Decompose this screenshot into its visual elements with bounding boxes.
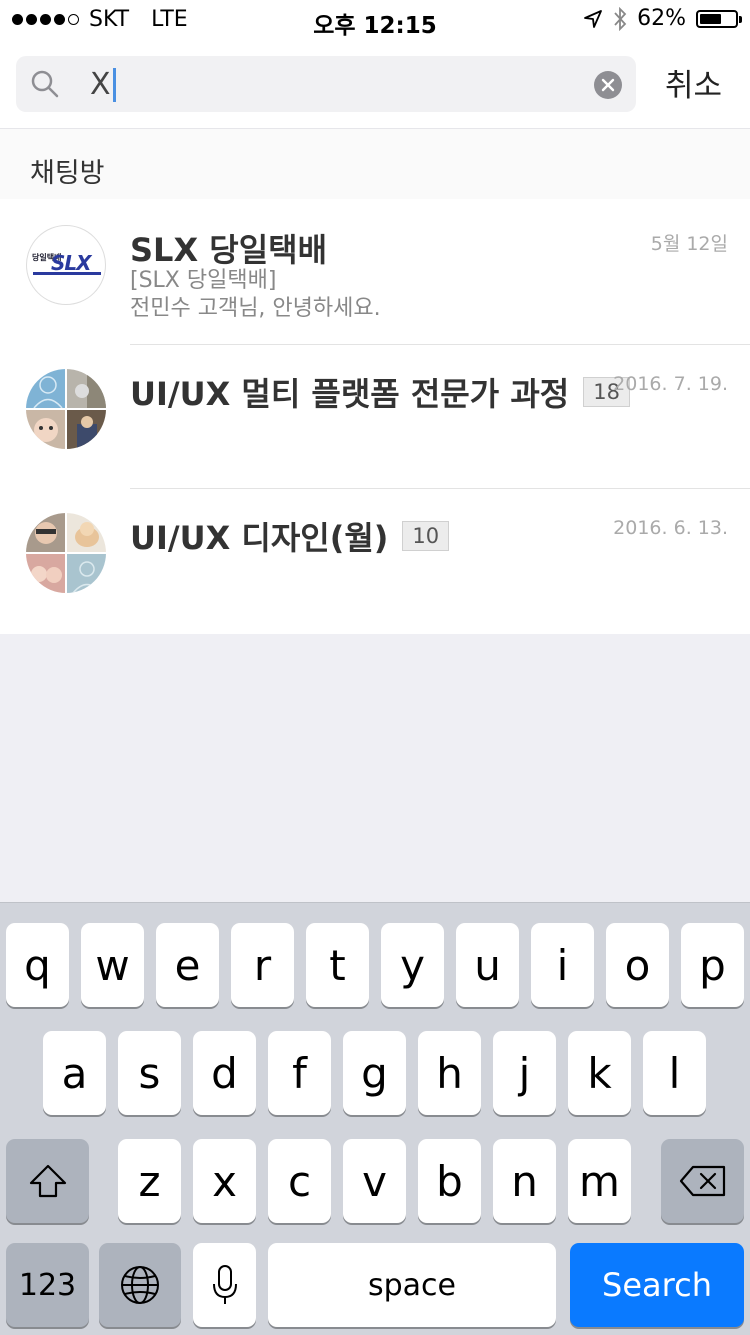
close-icon [601, 78, 615, 92]
key-t[interactable]: t [306, 923, 369, 1007]
search-key[interactable]: Search [570, 1243, 744, 1327]
status-right: 62% [583, 6, 742, 31]
group-avatar [26, 369, 106, 449]
key-q[interactable]: q [6, 923, 69, 1007]
chat-row-slx[interactable]: 당일택배 SLX SLX 당일택배 5월 12일 [SLX 당일택배] 전민수 … [0, 201, 750, 345]
section-header: 채팅방 [0, 129, 750, 199]
chat-row-uiux-multiplatform[interactable]: UI/UX 멀티 플랫폼 전문가 과정 18 2016. 7. 19. [0, 345, 750, 489]
search-query-text: X [90, 67, 111, 102]
keyboard: q w e r t y u i o p a s d f g h j k l z … [0, 902, 750, 1335]
status-bar: SKT LTE 오후 12:15 62% [0, 0, 750, 40]
battery-icon [696, 9, 742, 28]
key-f[interactable]: f [268, 1031, 331, 1115]
chat-title-text: UI/UX 멀티 플랫폼 전문가 과정 [130, 375, 570, 413]
battery-percent: 62% [637, 6, 686, 31]
group-avatar [26, 513, 106, 593]
key-g[interactable]: g [343, 1031, 406, 1115]
key-v[interactable]: v [343, 1139, 406, 1223]
key-x[interactable]: x [193, 1139, 256, 1223]
search-input[interactable]: X [16, 56, 636, 112]
key-l[interactable]: l [643, 1031, 706, 1115]
globe-icon [121, 1266, 159, 1304]
member-photo [26, 513, 65, 552]
key-p[interactable]: p [681, 923, 744, 1007]
search-query: X [90, 67, 116, 102]
location-arrow-icon [584, 9, 602, 28]
section-title: 채팅방 [30, 158, 105, 189]
microphone-icon [212, 1265, 237, 1304]
chat-date: 2016. 7. 19. [613, 373, 728, 395]
globe-key[interactable] [99, 1243, 181, 1327]
key-a[interactable]: a [43, 1031, 106, 1115]
key-i[interactable]: i [531, 923, 594, 1007]
member-photo [26, 554, 65, 593]
key-j[interactable]: j [493, 1031, 556, 1115]
microphone-key[interactable] [193, 1243, 256, 1327]
key-n[interactable]: n [493, 1139, 556, 1223]
key-w[interactable]: w [81, 923, 144, 1007]
chat-preview-line1: [SLX 당일택배] [130, 268, 277, 293]
search-results: 채팅방 당일택배 SLX SLX 당일택배 5월 12일 [SLX 당일택배] … [0, 129, 750, 634]
numbers-key[interactable]: 123 [6, 1243, 89, 1327]
chat-title: SLX 당일택배 [130, 225, 327, 271]
chat-title: UI/UX 멀티 플랫폼 전문가 과정 18 [130, 369, 630, 415]
chat-title: UI/UX 디자인(월) 10 [130, 513, 450, 559]
key-h[interactable]: h [418, 1031, 481, 1115]
chat-title-text: UI/UX 디자인(월) [130, 519, 389, 557]
key-d[interactable]: d [193, 1031, 256, 1115]
member-count-badge: 10 [402, 521, 450, 551]
text-caret [112, 67, 116, 102]
member-photo [67, 513, 106, 552]
member-photo [26, 410, 65, 449]
chat-title-text: SLX 당일택배 [130, 231, 328, 269]
key-m[interactable]: m [568, 1139, 631, 1223]
key-e[interactable]: e [156, 923, 219, 1007]
chat-date: 2016. 6. 13. [613, 517, 728, 539]
backspace-key[interactable] [661, 1139, 744, 1223]
shift-icon [29, 1164, 66, 1198]
backspace-icon [679, 1165, 725, 1197]
chat-row-uiux-design[interactable]: UI/UX 디자인(월) 10 2016. 6. 13. [0, 489, 750, 633]
cancel-button[interactable]: 취소 [665, 60, 722, 105]
key-r[interactable]: r [231, 923, 294, 1007]
key-o[interactable]: o [606, 923, 669, 1007]
member-photo [26, 369, 65, 408]
key-s[interactable]: s [118, 1031, 181, 1115]
key-c[interactable]: c [268, 1139, 331, 1223]
key-z[interactable]: z [118, 1139, 181, 1223]
member-photo [67, 410, 106, 449]
member-photo [67, 369, 106, 408]
bluetooth-icon [614, 6, 627, 31]
key-y[interactable]: y [381, 923, 444, 1007]
shift-key[interactable] [6, 1139, 89, 1223]
chat-date: 5월 12일 [650, 233, 728, 255]
key-k[interactable]: k [568, 1031, 631, 1115]
clear-search-button[interactable] [594, 71, 622, 99]
search-icon [31, 70, 59, 98]
key-b[interactable]: b [418, 1139, 481, 1223]
chat-preview-line2: 전민수 고객님, 안녕하세요. [130, 296, 381, 321]
search-bar: X 취소 [0, 40, 750, 129]
avatar: 당일택배 SLX [26, 225, 106, 305]
space-key[interactable]: space [268, 1243, 556, 1327]
member-photo [67, 554, 106, 593]
key-u[interactable]: u [456, 923, 519, 1007]
